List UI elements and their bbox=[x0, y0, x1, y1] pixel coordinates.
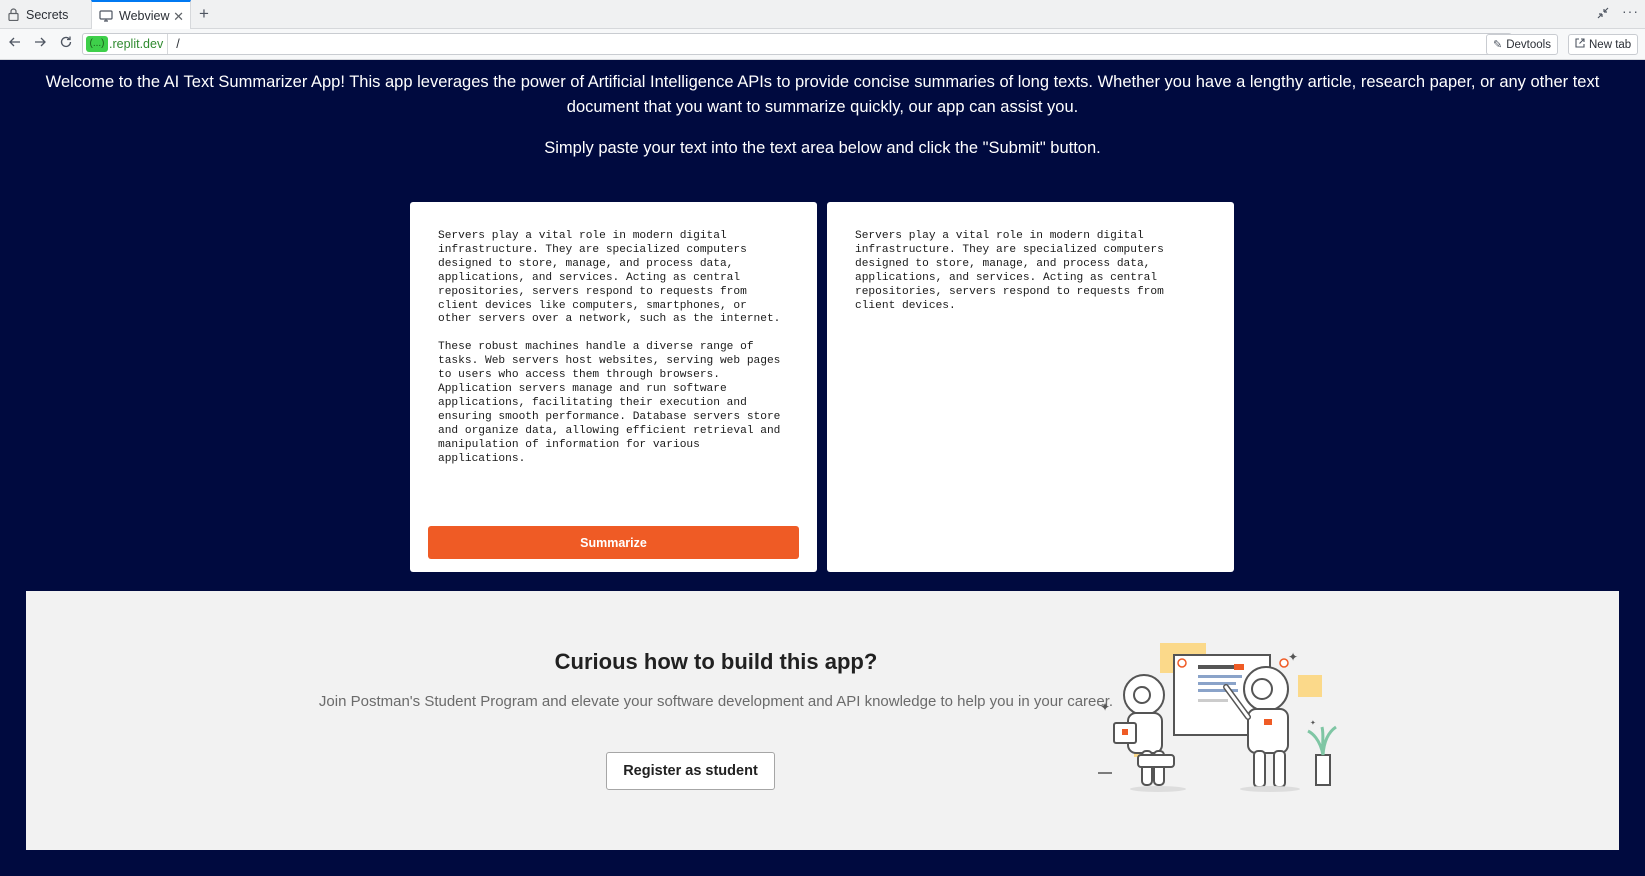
wrench-icon: ✎ bbox=[1493, 39, 1503, 51]
more-options-icon[interactable]: ··· bbox=[1622, 3, 1639, 19]
tab-label: Webview bbox=[119, 9, 170, 23]
url-host: (...) .replit.dev bbox=[83, 34, 169, 54]
tab-webview[interactable]: Webview ✕ bbox=[91, 0, 191, 30]
register-student-button[interactable]: Register as student bbox=[606, 752, 775, 790]
instructions-text: Simply paste your text into the text are… bbox=[544, 139, 1101, 157]
intro-text: Welcome to the AI Text Summarizer App! T… bbox=[45, 73, 1600, 116]
promo-section: Curious how to build this app? Join Post… bbox=[26, 591, 1619, 850]
redacted-subdomain: (...) bbox=[86, 36, 108, 52]
tab-secrets[interactable]: Secrets bbox=[6, 0, 90, 29]
monitor-icon bbox=[99, 9, 113, 23]
external-link-icon bbox=[1575, 38, 1585, 51]
summary-output: Servers play a vital role in modern digi… bbox=[855, 230, 1164, 312]
minimize-icon[interactable] bbox=[1596, 6, 1610, 23]
address-bar: (...) .replit.dev / ✎ Devtools New tab bbox=[0, 29, 1645, 60]
forward-icon[interactable] bbox=[31, 35, 49, 53]
output-card: Servers play a vital role in modern digi… bbox=[827, 202, 1234, 572]
reload-icon[interactable] bbox=[57, 35, 75, 53]
url-domain: .replit.dev bbox=[109, 37, 164, 51]
back-icon[interactable] bbox=[6, 35, 24, 53]
tab-bar: Secrets Webview ✕ + ··· bbox=[0, 0, 1645, 30]
url-path: / bbox=[176, 37, 180, 51]
new-tab-label: New tab bbox=[1589, 38, 1632, 51]
url-input[interactable]: (...) .replit.dev / bbox=[82, 33, 1512, 55]
input-card: Servers play a vital role in modern digi… bbox=[410, 202, 817, 572]
lock-icon bbox=[6, 8, 20, 22]
input-textarea[interactable]: Servers play a vital role in modern digi… bbox=[438, 230, 798, 466]
astronauts-illustration-icon: ✦ ✦ ✦ bbox=[1098, 643, 1337, 792]
close-icon[interactable]: ✕ bbox=[173, 9, 184, 25]
summarize-button[interactable]: Summarize bbox=[428, 526, 799, 559]
svg-text:✦: ✦ bbox=[1310, 719, 1316, 727]
tab-label: Secrets bbox=[26, 7, 69, 22]
svg-text:✦: ✦ bbox=[1288, 650, 1298, 664]
devtools-button[interactable]: ✎ Devtools bbox=[1486, 34, 1558, 55]
promo-text: Join Postman's Student Program and eleva… bbox=[318, 693, 1114, 710]
devtools-label: Devtools bbox=[1506, 38, 1551, 51]
add-tab-button[interactable]: + bbox=[199, 4, 209, 24]
new-tab-button[interactable]: New tab bbox=[1568, 34, 1639, 55]
promo-title: Curious how to build this app? bbox=[554, 649, 878, 674]
svg-text:✦: ✦ bbox=[1100, 700, 1110, 714]
